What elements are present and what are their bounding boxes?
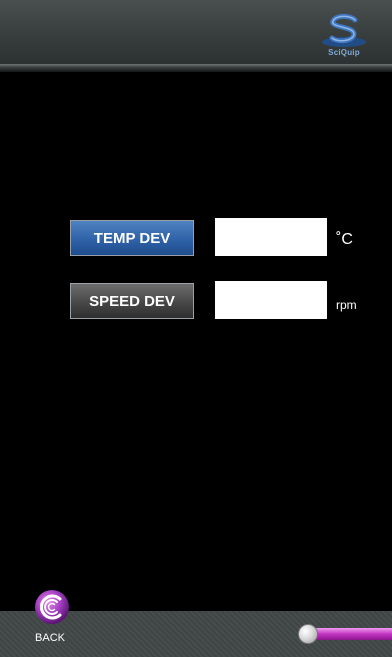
back-button[interactable]: BACK [24,589,76,651]
header-bar: SciQuip [0,0,392,68]
speed-dev-button[interactable]: SPEED DEV [70,283,194,319]
header-divider [0,64,392,72]
temp-dev-button[interactable]: TEMP DEV [70,220,194,256]
temp-unit-label: ˚C [336,231,353,248]
screen: SciQuip TEMP DEV ˚C SPEED DEV rpm BACK [0,0,392,657]
speed-unit-label: rpm [336,298,357,312]
speed-dev-field[interactable] [215,281,327,319]
temp-dev-field[interactable] [215,218,327,256]
slider-toggle[interactable] [298,624,392,644]
sciquip-logo-icon [322,13,366,47]
logo-text: SciQuip [328,48,360,57]
slider-track [308,628,392,640]
back-label: BACK [35,632,65,644]
slider-knob[interactable] [298,624,318,644]
back-swirl-icon [35,590,69,624]
sciquip-logo: SciQuip [316,12,372,60]
